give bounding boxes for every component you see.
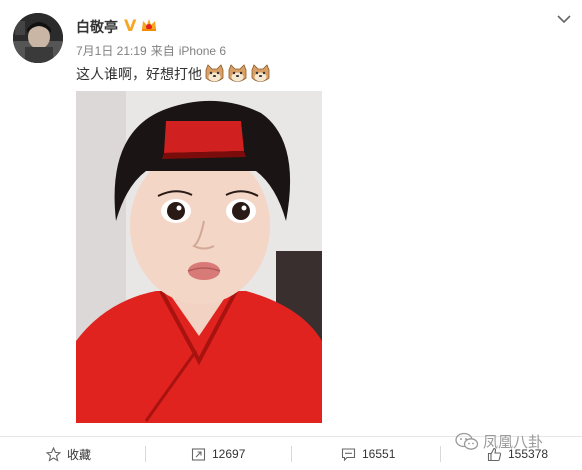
comment-icon (341, 447, 356, 461)
action-divider (440, 446, 441, 462)
post-date[interactable]: 7月1日 21:19 (76, 44, 147, 58)
selfie-image (76, 91, 322, 423)
post-text: 这人谁啊，好想打他 (76, 66, 202, 82)
doge-emoji-icon (251, 64, 270, 82)
doge-emoji-icon (205, 64, 224, 82)
post-source-device[interactable]: iPhone 6 (179, 44, 226, 58)
action-divider (291, 446, 292, 462)
emoji-group (204, 64, 273, 84)
avatar-image (13, 13, 63, 63)
repost-icon (191, 447, 206, 461)
action-divider (145, 446, 146, 462)
author-avatar[interactable] (13, 13, 63, 63)
wechat-icon (455, 432, 479, 450)
repost-count: 12697 (212, 447, 246, 461)
post-source-prefix: 来自 (150, 44, 175, 58)
star-icon (46, 446, 61, 462)
favorite-button[interactable]: 收藏 (46, 437, 91, 470)
doge-emoji-icon (228, 64, 247, 82)
author-name[interactable]: 白敬亭 (76, 17, 118, 37)
post-text-row: 这人谁啊，好想打他 (76, 64, 273, 84)
watermark-text: 凤凰八卦 (483, 433, 544, 451)
comment-count: 16551 (362, 447, 396, 461)
post-meta: 7月1日 21:19 来自 iPhone 6 (76, 42, 230, 59)
comment-button[interactable]: 16551 (341, 437, 395, 470)
repost-button[interactable]: 12697 (191, 437, 245, 470)
vip-crown-icon (142, 19, 156, 31)
chevron-down-icon[interactable] (555, 12, 573, 26)
watermark: 凤凰八卦 (455, 431, 543, 452)
favorite-label: 收藏 (67, 447, 92, 462)
verified-v-icon: V (124, 16, 137, 35)
post-photo[interactable] (76, 91, 322, 423)
